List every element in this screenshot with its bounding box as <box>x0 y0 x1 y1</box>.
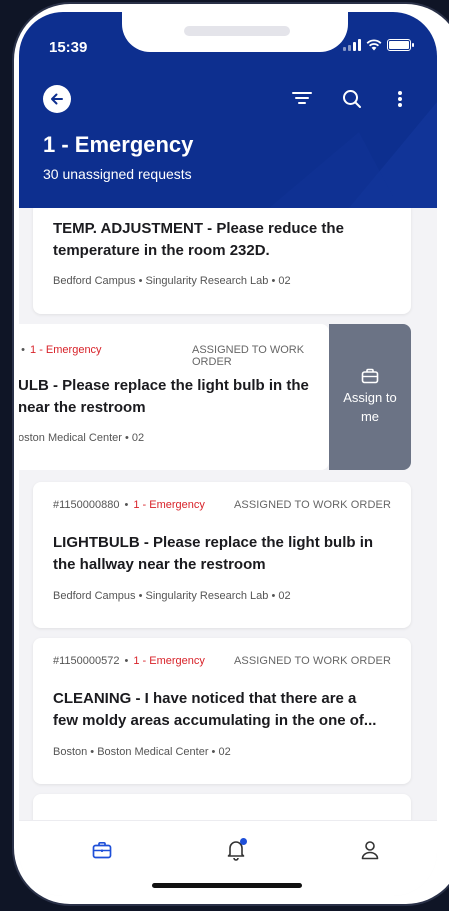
request-id: #1150000572 <box>53 655 120 667</box>
request-card[interactable] <box>33 794 411 820</box>
request-card[interactable]: #1150000880 • 1 - Emergency ASSIGNED TO … <box>33 482 411 628</box>
assign-label: Assign to <box>343 390 397 405</box>
status-time: 15:39 <box>49 39 88 56</box>
request-title-line: near the restroom <box>19 399 146 416</box>
request-location: Boston • Boston Medical Center • 02 <box>53 746 231 758</box>
app-screen: 15:39 1 - Emergency 30 unassigned reques… <box>19 12 437 896</box>
more-menu-button[interactable] <box>387 86 413 112</box>
request-title-line: the hallway near the restroom <box>53 556 266 573</box>
request-id: #1150000880 <box>53 499 120 511</box>
priority-label: 1 - Emergency <box>133 499 205 511</box>
tab-notifications[interactable] <box>221 835 251 865</box>
request-list[interactable]: TEMP. ADJUSTMENT - Please reduce the tem… <box>19 208 437 820</box>
request-location: Bedford Campus • Singularity Research La… <box>53 275 291 287</box>
request-card[interactable]: #1150000572 • 1 - Emergency ASSIGNED TO … <box>33 638 411 784</box>
back-button[interactable] <box>43 85 71 113</box>
page-title: 1 - Emergency <box>43 132 194 157</box>
status-icons <box>343 37 414 53</box>
request-title-line: temperature in the room 232D. <box>53 242 270 259</box>
wifi-icon <box>366 39 382 51</box>
request-location: Bedford Campus • Singularity Research La… <box>53 590 291 602</box>
notification-badge <box>240 838 247 845</box>
tab-work[interactable] <box>87 835 117 865</box>
request-title-line: TEMP. ADJUSTMENT - Please reduce the <box>53 220 344 237</box>
status-label: ASSIGNED TO WORK ORDER <box>233 655 391 667</box>
request-title-line: few moldy areas accumulating in the one … <box>53 712 377 729</box>
request-card[interactable]: TEMP. ADJUSTMENT - Please reduce the tem… <box>33 208 411 314</box>
user-icon <box>361 841 379 860</box>
status-label: ASSIGNED TO WORK ORDER <box>192 344 305 368</box>
briefcase-icon <box>361 368 379 384</box>
priority-label: 1 - Emergency <box>133 655 205 667</box>
request-id: 1 • <box>19 344 26 356</box>
search-icon <box>343 90 361 108</box>
tab-profile[interactable] <box>355 835 385 865</box>
status-label: ASSIGNED TO WORK ORDER <box>233 499 391 511</box>
briefcase-icon <box>92 841 112 859</box>
more-vertical-icon <box>398 91 402 107</box>
signal-icon <box>343 39 361 51</box>
request-location: oston Medical Center • 02 <box>19 432 145 444</box>
page-subtitle: 30 unassigned requests <box>43 166 192 182</box>
search-button[interactable] <box>339 86 365 112</box>
request-card[interactable]: 1 • 1 - Emergency ASSIGNED TO WORK ORDER… <box>19 324 329 470</box>
device-notch <box>122 12 348 52</box>
filter-button[interactable] <box>289 86 315 112</box>
assign-label: me <box>360 409 380 424</box>
assign-to-me-button[interactable]: Assign to me <box>329 324 411 470</box>
request-title-line: ULB - Please replace the light bulb in t… <box>19 377 309 394</box>
request-title-line: CLEANING - I have noticed that there are… <box>53 690 357 707</box>
home-indicator <box>152 883 302 888</box>
bottom-tab-bar <box>19 820 437 896</box>
header: 15:39 1 - Emergency 30 unassigned reques… <box>19 12 437 208</box>
battery-icon <box>387 39 414 51</box>
arrow-left-icon <box>51 93 63 105</box>
filter-icon <box>292 92 312 104</box>
priority-label: 1 - Emergency <box>30 344 102 356</box>
swiped-request-row[interactable]: 1 • 1 - Emergency ASSIGNED TO WORK ORDER… <box>19 324 411 470</box>
request-title-line: LIGHTBULB - Please replace the light bul… <box>53 534 374 551</box>
